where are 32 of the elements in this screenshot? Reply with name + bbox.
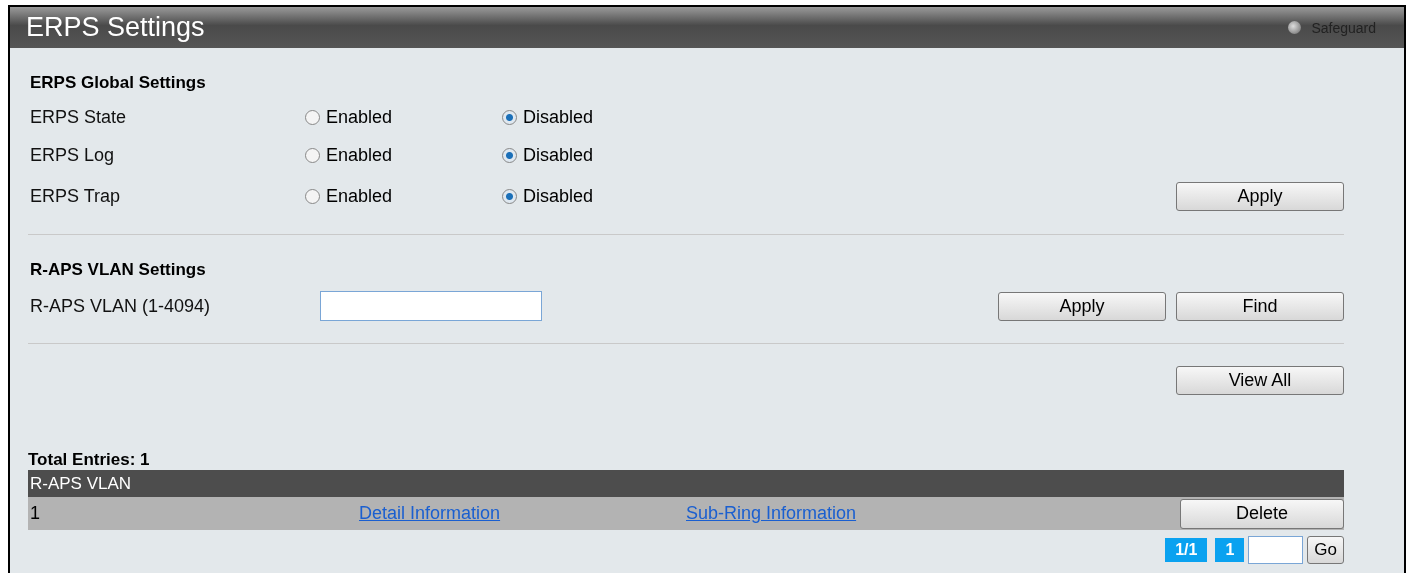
column-header: R-APS VLAN	[30, 473, 132, 494]
page-indicator: 1/1	[1165, 538, 1208, 562]
setting-label: ERPS Log	[29, 145, 116, 166]
delete-button[interactable]: Delete	[1180, 498, 1344, 529]
radio-option[interactable]: Enabled	[305, 186, 502, 207]
section-heading: R-APS VLAN Settings	[29, 260, 207, 281]
radio-option[interactable]: Disabled	[502, 145, 699, 166]
go-button[interactable]: Go	[1307, 536, 1344, 564]
circle-icon	[1288, 21, 1302, 34]
radio-option[interactable]: Disabled	[502, 186, 699, 207]
radio-option[interactable]: Disabled	[502, 106, 699, 128]
setting-label: ERPS Trap	[29, 186, 122, 207]
radio-button[interactable]	[502, 189, 517, 204]
page-input-field[interactable]	[1248, 536, 1304, 564]
radio-button[interactable]	[305, 109, 320, 125]
window-title: ERPS Settings	[26, 12, 205, 43]
radio-option[interactable]: Enabled	[305, 145, 502, 166]
apply-button[interactable]: Apply	[998, 291, 1166, 321]
find-button[interactable]: Find	[1176, 291, 1344, 321]
section-heading: ERPS Global Settings	[29, 73, 207, 94]
radio-option[interactable]: Enabled	[305, 106, 502, 128]
field-label: R-APS VLAN (1-4094)	[29, 295, 212, 317]
vlan-input-field[interactable]	[320, 291, 542, 321]
table-cell-text: 1	[30, 503, 41, 524]
radio-button[interactable]	[502, 148, 517, 163]
radio-button[interactable]	[502, 109, 517, 125]
radio-button[interactable]	[305, 148, 320, 163]
total-entries: Total Entries: 1	[28, 450, 151, 470]
radio-button[interactable]	[305, 189, 320, 204]
apply-button[interactable]: Apply	[1176, 182, 1344, 211]
setting-label: ERPS State	[29, 106, 128, 128]
view-all-button[interactable]: View All	[1176, 366, 1344, 395]
